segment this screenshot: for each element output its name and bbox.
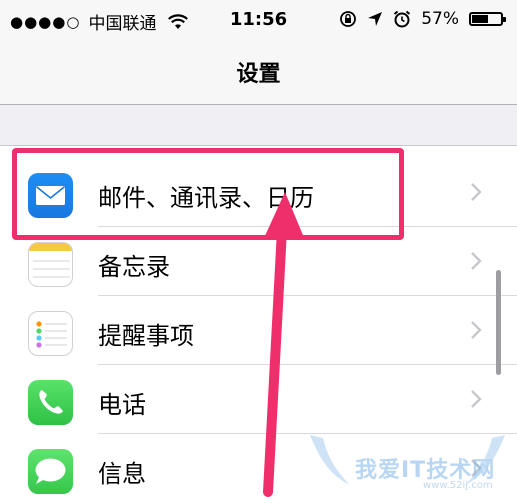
alarm-icon bbox=[394, 10, 411, 28]
settings-row-label: 备忘录 bbox=[98, 253, 170, 281]
group-spacer bbox=[0, 105, 517, 146]
phone-icon bbox=[28, 380, 73, 425]
settings-row-label: 信息 bbox=[98, 460, 146, 488]
scrollbar-thumb[interactable] bbox=[496, 270, 501, 375]
chevron-right-icon bbox=[471, 390, 482, 408]
reminders-icon bbox=[28, 311, 73, 356]
orientation-lock-icon bbox=[340, 11, 357, 27]
annotation-highlight-box bbox=[12, 148, 404, 240]
messages-icon bbox=[28, 449, 73, 494]
settings-row-phone[interactable]: 电话 bbox=[0, 365, 517, 434]
notes-icon bbox=[28, 242, 73, 287]
settings-row-label: 电话 bbox=[98, 391, 146, 419]
chevron-right-icon bbox=[471, 252, 482, 270]
battery-fill bbox=[472, 15, 488, 23]
battery-percent: 57% bbox=[421, 9, 459, 29]
battery-icon bbox=[469, 12, 506, 26]
chevron-right-icon bbox=[471, 459, 482, 477]
settings-row-messages[interactable]: 信息 bbox=[0, 434, 517, 503]
navigation-bar: 设置 bbox=[0, 40, 517, 105]
location-arrow-icon bbox=[368, 12, 383, 26]
page-title: 设置 bbox=[236, 62, 281, 87]
settings-row-label: 提醒事项 bbox=[98, 322, 194, 350]
status-right: 57% bbox=[339, 9, 506, 29]
status-bar: ●●●●○ 中国联通 11:56 57% bbox=[0, 0, 517, 40]
chevron-right-icon bbox=[471, 321, 482, 339]
settings-row-reminders[interactable]: 提醒事项 bbox=[0, 296, 517, 365]
chevron-right-icon bbox=[471, 183, 482, 201]
